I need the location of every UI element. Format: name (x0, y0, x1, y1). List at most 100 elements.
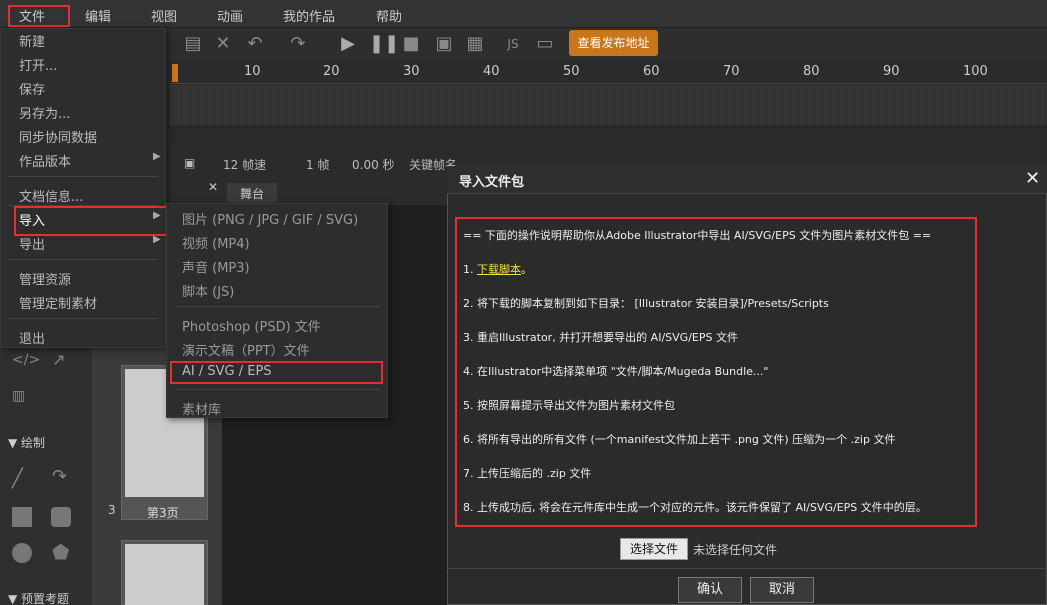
instruction-step-8: 8. 上传成功后, 将会在元件库中生成一个对应的元件。该元件保留了 AI/SVG… (463, 501, 927, 514)
page-thumbnail-canvas (125, 544, 204, 605)
ruler-label: 100 (963, 64, 988, 79)
ruler-label: 10 (244, 64, 261, 79)
section-collapse-icon[interactable]: ▼ (8, 592, 21, 605)
ruler-label: 30 (403, 64, 420, 79)
import-ppt-item[interactable]: 演示文稿（PPT）文件 (182, 340, 310, 359)
instruction-step-2: 2. 将下载的脚本复制到如下目录： [Illustrator 安装目录]/Pre… (463, 297, 829, 310)
menu-my-works[interactable]: 我的作品 (283, 6, 335, 25)
polygon-tool-icon[interactable]: ⬟ (52, 540, 69, 564)
import-script-item[interactable]: 脚本 (JS) (182, 281, 234, 300)
menu-item-save-as[interactable]: 另存为... (19, 103, 70, 122)
preset-label: 预置考题 (21, 592, 70, 605)
timeline-track-lower (170, 125, 1047, 143)
ellipse-tool-icon[interactable] (12, 543, 32, 563)
import-image-item[interactable]: 图片 (PNG / JPG / GIF / SVG) (182, 209, 358, 228)
barcode-icon[interactable]: ▥ (12, 388, 25, 404)
ruler-label: 40 (483, 64, 500, 79)
menu-item-sync[interactable]: 同步协同数据 (19, 127, 97, 146)
instruction-step-7: 7. 上传压缩后的 .zip 文件 (463, 467, 592, 480)
fps-text: 12 帧速 (223, 158, 267, 172)
view-publish-url-button[interactable]: 查看发布地址 (569, 30, 658, 56)
step1-suffix: 。 (521, 263, 532, 276)
menu-view[interactable]: 视图 (151, 6, 177, 25)
stop-icon[interactable]: ■ (400, 33, 422, 55)
no-file-selected-text: 未选择任何文件 (693, 543, 778, 557)
menu-item-doc-info[interactable]: 文档信息... (19, 186, 83, 205)
delete-icon[interactable]: ✕ (212, 33, 234, 55)
menu-divider (174, 306, 380, 307)
timeline-track[interactable] (170, 85, 1047, 125)
confirm-button[interactable]: 确认 (678, 577, 742, 603)
dialog-title: 导入文件包 (459, 175, 525, 190)
page-number: 3 (108, 503, 116, 517)
frame-text: 1 帧 (306, 158, 330, 172)
menu-divider (8, 318, 158, 319)
menu-divider (174, 389, 380, 390)
rect-tool-icon[interactable] (12, 507, 32, 527)
menu-divider (8, 176, 158, 177)
undo-icon[interactable]: ↶ (244, 33, 266, 55)
ruler-label: 80 (803, 64, 820, 79)
menu-divider (8, 259, 158, 260)
import-audio-item[interactable]: 声音 (MP3) (182, 257, 250, 276)
pause-icon[interactable]: ❚❚ (369, 33, 399, 55)
js-icon[interactable]: JS (502, 33, 524, 55)
qrcode-icon[interactable]: ▦ (464, 33, 486, 55)
tab-stage[interactable]: 舞台 (227, 183, 277, 205)
menu-item-new[interactable]: 新建 (19, 31, 45, 50)
import-video-item[interactable]: 视频 (MP4) (182, 233, 250, 252)
page-label: 第3页 (147, 506, 179, 520)
menu-animation[interactable]: 动画 (217, 6, 243, 25)
instruction-step-5: 5. 按照屏幕提示导出文件为图片素材文件包 (463, 399, 675, 412)
draw-label: 绘制 (21, 436, 46, 450)
dialog-header (447, 166, 1047, 194)
seconds-text: 0.00 秒 (352, 158, 395, 172)
line-tool-icon[interactable]: ╱ (12, 468, 23, 489)
print-icon[interactable]: ▭ (534, 33, 556, 55)
chart-icon[interactable]: ↗ (52, 350, 65, 369)
rounded-rect-tool-icon[interactable] (51, 507, 71, 527)
redo-icon[interactable]: ↷ (287, 33, 309, 55)
menu-item-export[interactable]: 导出 (19, 234, 45, 253)
play-icon[interactable]: ▶ (337, 33, 359, 55)
ruler-label: 60 (643, 64, 660, 79)
instruction-step-1: 1. 下载脚本。 (463, 261, 532, 277)
code-icon[interactable]: </> (12, 352, 40, 368)
submenu-arrow-icon: ▶ (153, 151, 161, 162)
menu-item-save[interactable]: 保存 (19, 79, 45, 98)
playhead[interactable] (172, 64, 178, 82)
menu-item-open[interactable]: 打开... (19, 55, 57, 74)
curve-tool-icon[interactable]: ↷ (52, 466, 67, 487)
import-psd-item[interactable]: Photoshop (PSD) 文件 (182, 316, 321, 335)
instruction-step-6: 6. 将所有导出的所有文件 (一个manifest文件加上若干 .png 文件)… (463, 433, 896, 446)
preview-icon[interactable]: ▣ (433, 33, 455, 55)
camera-icon[interactable]: ▣ (184, 156, 195, 170)
dialog-footer-divider (447, 568, 1047, 569)
paste-icon[interactable]: ▤ (182, 33, 204, 55)
menu-item-versions[interactable]: 作品版本 (19, 151, 71, 170)
preset-section-label: ▼ 预置考题 (8, 590, 69, 605)
menu-item-exit[interactable]: 退出 (19, 328, 45, 347)
import-library-item[interactable]: 素材库 (182, 399, 221, 418)
timeline-ruler (170, 60, 1047, 84)
menu-item-manage-assets[interactable]: 管理资源 (19, 269, 71, 288)
choose-file-button[interactable]: 选择文件 (620, 538, 688, 560)
ruler-label: 90 (883, 64, 900, 79)
highlight-import (14, 206, 168, 236)
close-icon[interactable]: ✕ (1025, 168, 1040, 189)
section-collapse-icon[interactable]: ▼ (8, 436, 21, 450)
close-panel-icon[interactable]: ✕ (208, 180, 218, 194)
download-script-link[interactable]: 下载脚本 (477, 263, 521, 276)
draw-section-label: ▼ 绘制 (8, 434, 45, 451)
ruler-label: 70 (723, 64, 740, 79)
instructions-intro: == 下面的操作说明帮助你从Adobe Illustrator中导出 AI/SV… (463, 229, 932, 242)
ruler-label: 50 (563, 64, 580, 79)
highlight-file-menu (8, 5, 70, 27)
instruction-step-4: 4. 在Illustrator中选择菜单项 "文件/脚本/Mugeda Bund… (463, 365, 769, 378)
menu-edit[interactable]: 编辑 (85, 6, 111, 25)
ruler-label: 20 (323, 64, 340, 79)
cancel-button[interactable]: 取消 (750, 577, 814, 603)
menu-item-manage-custom[interactable]: 管理定制素材 (19, 293, 97, 312)
menu-help[interactable]: 帮助 (376, 6, 402, 25)
menubar: 文件 编辑 视图 动画 我的作品 帮助 (0, 0, 1047, 28)
